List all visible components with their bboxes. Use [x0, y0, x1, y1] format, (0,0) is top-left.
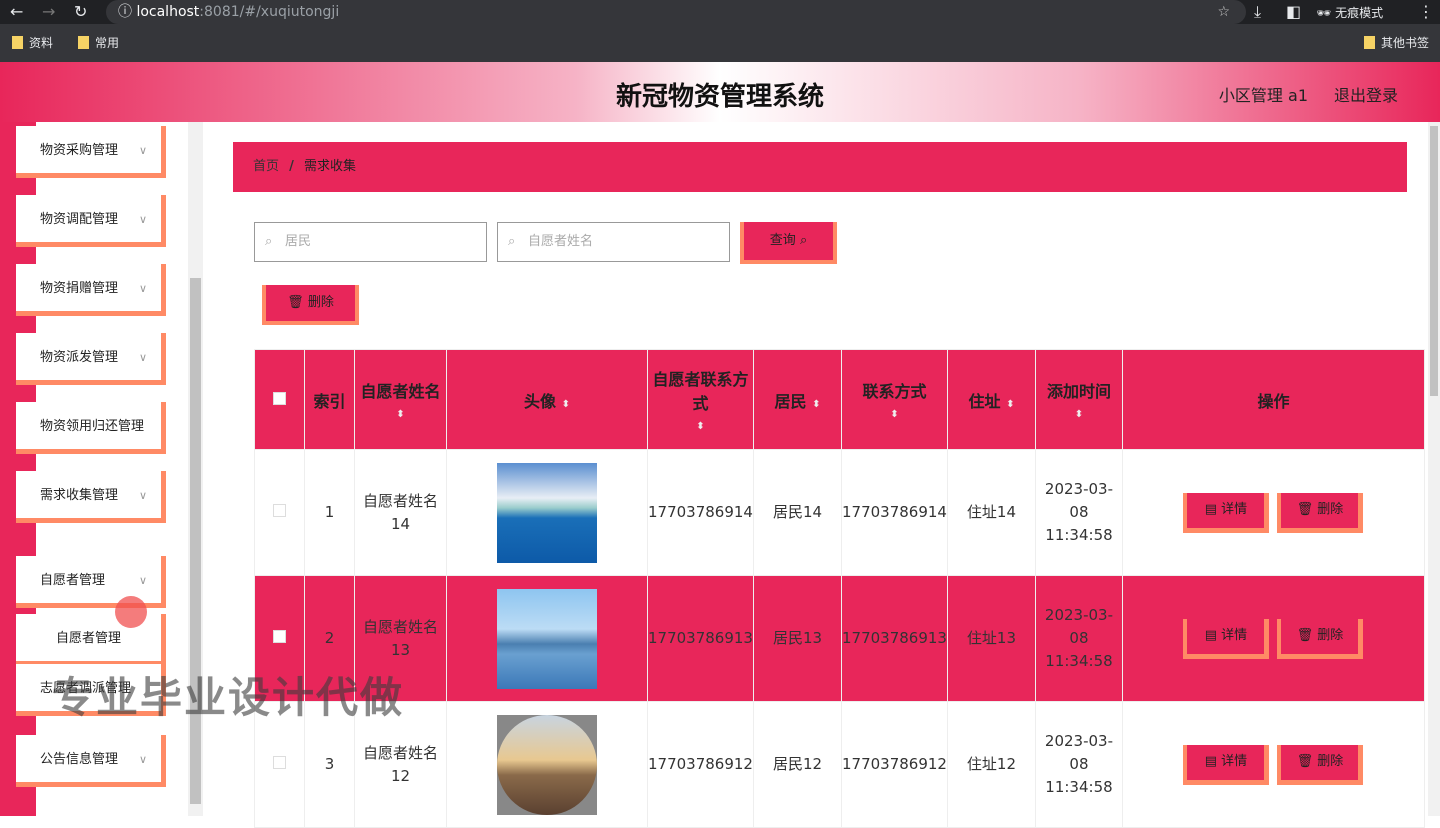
search-icon: ⌕ [799, 233, 808, 248]
row-checkbox[interactable] [273, 756, 286, 769]
bookmark-folder-other[interactable]: 其他书签 [1364, 34, 1429, 51]
sidebar-item-purchase[interactable]: 物资采购管理 ∨ [16, 126, 166, 178]
cell-name: 自愿者姓名14 [354, 449, 447, 576]
delete-button[interactable]: 🗑 删除 [1277, 744, 1364, 785]
detail-button[interactable]: ▤ 详情 [1183, 744, 1270, 785]
cell-contact: 17703786914 [840, 449, 948, 576]
table-row: 3 自愿者姓名12 17703786912 居民12 17703786912 住… [254, 701, 1425, 828]
sidebar-item-distribution[interactable]: 物资派发管理 ∨ [16, 333, 166, 385]
col-actions: 操作 [1121, 349, 1425, 450]
chevron-down-icon: ∨ [138, 351, 147, 364]
trash-icon: 🗑 [287, 295, 304, 310]
volunteer-name-search-input[interactable]: ⌕ 自愿者姓名 [497, 222, 730, 262]
cell-address: 住址14 [946, 449, 1036, 576]
sidebar-item-notice[interactable]: 公告信息管理 ∨ [16, 735, 166, 787]
cell-time: 2023-03-08 11:34:58 [1034, 575, 1123, 702]
breadcrumb-home[interactable]: 首页 [253, 159, 279, 174]
row-checkbox[interactable] [273, 504, 286, 517]
col-index[interactable]: 索引 [304, 349, 355, 450]
col-address[interactable]: 住址 ⬍ [946, 349, 1036, 450]
col-resident[interactable]: 居民 ⬍ [752, 349, 842, 450]
avatar-image [497, 462, 597, 563]
user-label: 小区管理 a1 [1218, 86, 1308, 105]
back-icon[interactable]: ← [10, 2, 23, 21]
detail-button[interactable]: ▤ 详情 [1183, 492, 1270, 533]
sidebar-item-demand[interactable]: 需求收集管理 ∨ [16, 471, 166, 523]
table-row: 1 自愿者姓名14 17703786914 居民14 17703786914 住… [254, 449, 1425, 576]
cell-time: 2023-03-08 11:34:58 [1034, 449, 1123, 576]
cell-address: 住址12 [946, 701, 1036, 828]
col-avatar[interactable]: 头像 ⬍ [446, 349, 648, 450]
chevron-down-icon: ∨ [138, 282, 147, 295]
menu-icon[interactable]: ⋮ [1418, 2, 1434, 21]
col-phone[interactable]: 自愿者联系方式 ⬍ [647, 349, 754, 450]
cell-phone: 17703786914 [647, 449, 754, 576]
avatar-image [497, 588, 597, 689]
delete-button[interactable]: 🗑 删除 [1277, 492, 1364, 533]
sidebar-item-donation[interactable]: 物资捐赠管理 ∨ [16, 264, 166, 316]
cell-address: 住址13 [946, 575, 1036, 702]
chevron-down-icon: ∨ [138, 489, 147, 502]
cell-resident: 居民12 [752, 701, 842, 828]
sidebar-item-allocation[interactable]: 物资调配管理 ∨ [16, 195, 166, 247]
cell-index: 1 [304, 449, 355, 576]
incognito-badge[interactable]: 🕶 无痕模式 [1316, 4, 1383, 21]
search-icon: ⌕ [508, 234, 516, 249]
cell-phone: 17703786913 [647, 575, 754, 702]
sidebar-item-borrow-return[interactable]: 物资领用归还管理 [16, 402, 166, 454]
bookmark-folder[interactable]: 常用 [78, 34, 119, 51]
cell-time: 2023-03-08 11:34:58 [1034, 701, 1123, 828]
download-icon[interactable]: ⤓ [1254, 2, 1261, 22]
col-contact[interactable]: 联系方式 ⬍ [840, 349, 948, 450]
page-scrollbar[interactable] [1428, 122, 1440, 816]
reload-icon[interactable]: ↻ [74, 2, 87, 21]
chevron-down-icon: ∨ [138, 144, 147, 157]
breadcrumb-current: 需求收集 [304, 159, 357, 174]
table-row: 2 自愿者姓名13 17703786913 居民13 17703786913 住… [254, 575, 1425, 702]
delete-button[interactable]: 🗑 删除 [1277, 618, 1364, 659]
detail-button[interactable]: ▤ 详情 [1183, 618, 1270, 659]
browser-chrome: ← → ↻ ⓘ localhost:8081/#/xuqiutongji ☆ ⤓ … [0, 0, 1440, 62]
app-header: 新冠物资管理系统 小区管理 a1 退出登录 [0, 62, 1440, 122]
col-name[interactable]: 自愿者姓名 ⬍ [354, 349, 447, 450]
select-all-checkbox[interactable] [254, 349, 305, 450]
breadcrumb: 首页 / 需求收集 [233, 142, 1407, 192]
sidebar-item-volunteer[interactable]: 自愿者管理 ∨ [16, 556, 166, 608]
watermark: 专业毕业设计代做 [52, 673, 405, 722]
query-button[interactable]: 查询 ⌕ [740, 222, 837, 264]
batch-delete-button[interactable]: 🗑 删除 [262, 285, 359, 325]
cell-resident: 居民14 [752, 449, 842, 576]
chevron-down-icon: ∨ [138, 753, 147, 766]
cursor-highlight [115, 596, 147, 628]
chevron-down-icon: ∨ [138, 213, 147, 226]
search-icon: ⌕ [265, 234, 273, 249]
cell-contact: 17703786912 [840, 701, 948, 828]
forward-icon[interactable]: → [42, 2, 55, 21]
address-bar[interactable]: ⓘ localhost:8081/#/xuqiutongji ☆ [106, 0, 1246, 24]
col-time[interactable]: 添加时间 ⬍ [1034, 349, 1123, 450]
resident-search-input[interactable]: ⌕ 居民 [254, 222, 487, 262]
cell-phone: 17703786912 [647, 701, 754, 828]
sidepanel-icon[interactable]: ◧ [1286, 2, 1301, 21]
cell-contact: 17703786913 [840, 575, 948, 702]
logout-link[interactable]: 退出登录 [1334, 82, 1398, 106]
star-icon[interactable]: ☆ [1217, 0, 1230, 24]
bookmark-folder[interactable]: 资料 [12, 34, 53, 51]
cell-resident: 居民13 [752, 575, 842, 702]
row-checkbox[interactable] [273, 630, 286, 643]
data-table: 索引 自愿者姓名 ⬍ 头像 ⬍ 自愿者联系方式 ⬍ 居民 ⬍ 联系方式 ⬍ 住址 ⬍… [254, 349, 1425, 828]
